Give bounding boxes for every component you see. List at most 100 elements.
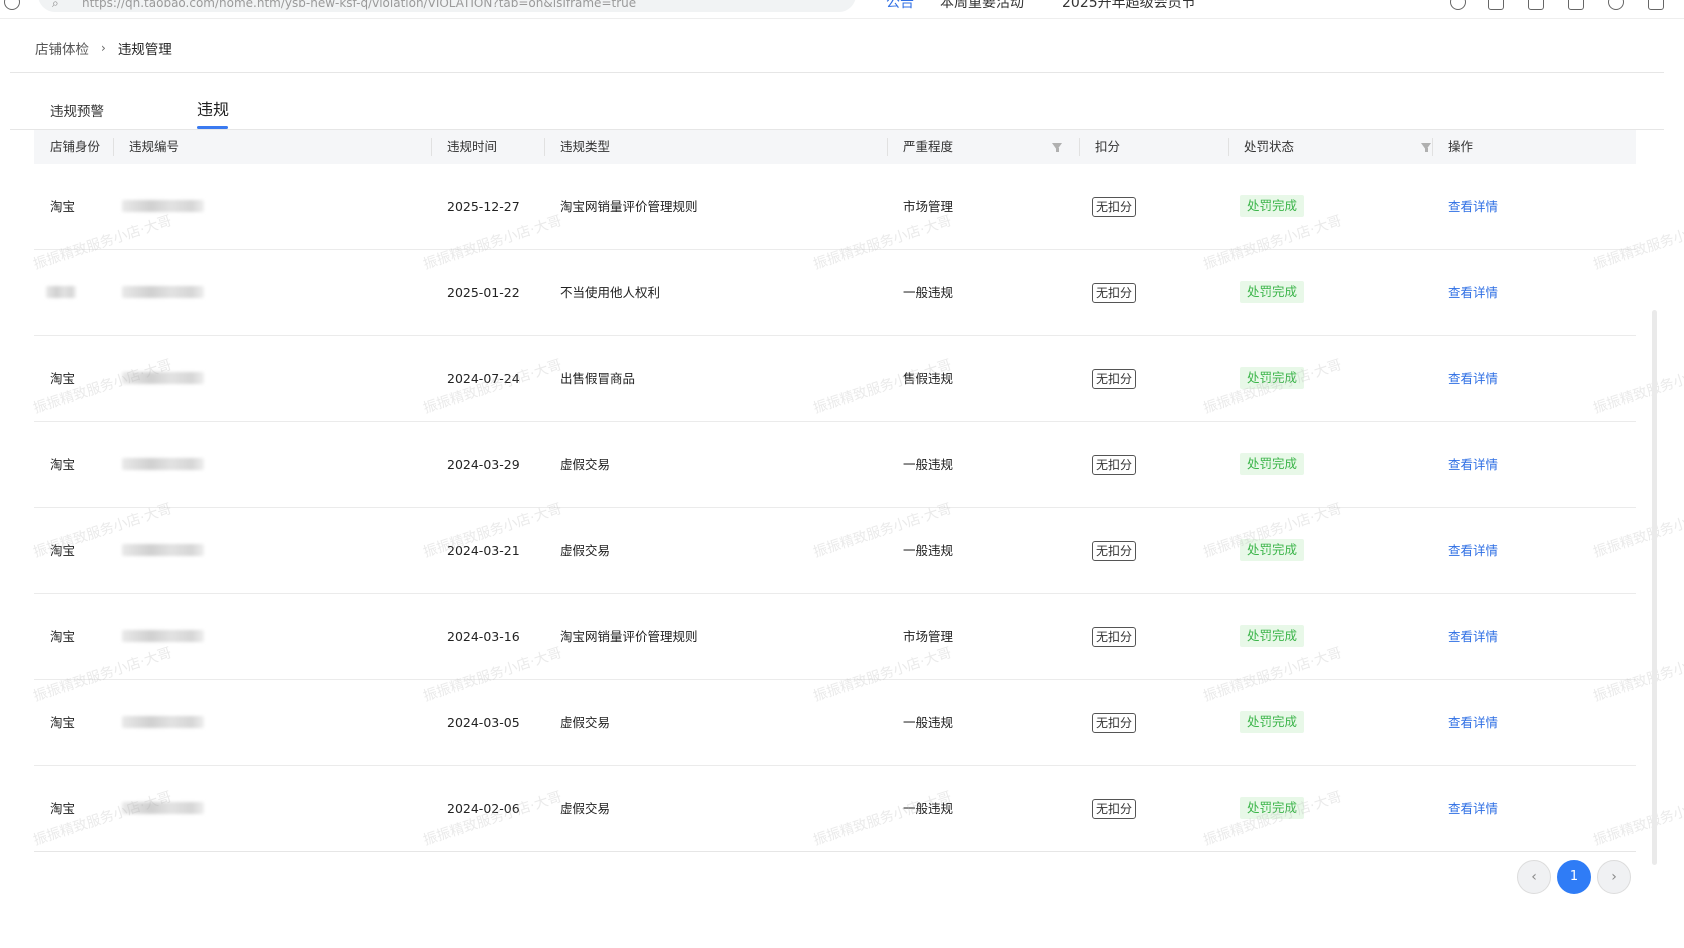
notice-label[interactable]: 公告 (886, 0, 914, 12)
status-badge: 处罚完成 (1240, 539, 1305, 561)
page-1-button[interactable]: 1 (1557, 860, 1591, 894)
breadcrumb-shop-checkup[interactable]: 店铺体检 (35, 38, 89, 58)
breadcrumb: 店铺体检 › 违规管理 (35, 38, 172, 58)
cell-date: 2024-03-29 (447, 457, 520, 472)
redacted-id (122, 372, 204, 384)
column-divider (1228, 138, 1229, 156)
redacted-id (122, 630, 204, 642)
cell-identity: 淘宝 (50, 543, 76, 558)
breadcrumb-current: 违规管理 (117, 42, 172, 58)
view-details-link[interactable]: 查看详情 (1448, 680, 1498, 765)
view-details-link[interactable]: 查看详情 (1448, 164, 1498, 249)
vertical-scrollbar[interactable] (1652, 310, 1657, 865)
redacted-id (122, 716, 204, 728)
tab-violation[interactable]: 违规 (197, 96, 229, 120)
view-details-link[interactable]: 查看详情 (1448, 336, 1498, 421)
cell-identity: 淘宝 (50, 629, 76, 644)
score-tag: 无扣分 (1092, 541, 1137, 561)
column-header-identity: 店铺身份 (50, 139, 101, 154)
cell-severity: 一般违规 (903, 715, 954, 730)
cell-severity: 市场管理 (903, 629, 954, 644)
cell-identity: 淘宝 (50, 715, 76, 730)
column-divider (113, 138, 114, 156)
window-icon[interactable] (1568, 0, 1584, 10)
message-icon[interactable] (1648, 0, 1664, 10)
cell-type: 出售假冒商品 (560, 371, 636, 386)
score-tag: 无扣分 (1092, 283, 1137, 303)
tab-bar: 违规预警 违规 (0, 90, 1664, 130)
table-header: 店铺身份 违规编号 违规时间 违规类型 严重程度 扣分 处罚状态 操作 (34, 130, 1636, 164)
severity-filter-icon[interactable] (1052, 143, 1062, 152)
column-divider (887, 138, 888, 156)
table-row: 淘宝 2025-12-27 淘宝网销量评价管理规则 市场管理 无扣分 处罚完成 … (34, 164, 1636, 250)
view-details-link[interactable]: 查看详情 (1448, 508, 1498, 593)
help-icon[interactable] (1450, 0, 1466, 10)
redacted-identity (46, 286, 76, 298)
cell-type: 不当使用他人权利 (560, 285, 661, 300)
refresh-icon[interactable] (4, 0, 20, 10)
violation-table: 店铺身份 违规编号 违规时间 违规类型 严重程度 扣分 处罚状态 操作 淘宝 2… (34, 130, 1636, 852)
cell-date: 2024-07-24 (447, 371, 520, 386)
redacted-id (122, 200, 204, 212)
cell-severity: 一般违规 (903, 457, 954, 472)
tab-violation-warning[interactable]: 违规预警 (50, 100, 104, 120)
column-header-severity: 严重程度 (903, 139, 954, 154)
cell-type: 虚假交易 (560, 457, 611, 472)
table-row: 淘宝 2024-03-05 虚假交易 一般违规 无扣分 处罚完成 查看详情 (34, 680, 1636, 766)
share-icon[interactable] (1488, 0, 1504, 10)
redacted-id (122, 286, 204, 298)
cell-type: 淘宝网销量评价管理规则 (560, 629, 698, 644)
cell-severity: 市场管理 (903, 199, 954, 214)
notice-link-2[interactable]: 2025开年超级会员节 (1062, 0, 1196, 12)
header-divider (10, 72, 1664, 73)
redacted-id (122, 544, 204, 556)
column-header-type: 违规类型 (560, 139, 611, 154)
cell-date: 2024-03-21 (447, 543, 520, 558)
bookmark-icon[interactable] (1528, 0, 1544, 10)
view-details-link[interactable]: 查看详情 (1448, 594, 1498, 679)
next-page-button[interactable]: › (1597, 860, 1631, 894)
prev-page-button[interactable]: ‹ (1517, 860, 1551, 894)
redacted-id (122, 802, 204, 814)
column-divider (1432, 138, 1433, 156)
pagination: ‹ 1 › (1517, 860, 1637, 894)
table-row: 淘宝 2024-03-16 淘宝网销量评价管理规则 市场管理 无扣分 处罚完成 … (34, 594, 1636, 680)
address-bar[interactable]: ⌕ https://qn.taobao.com/home.htm/ysb-new… (38, 0, 856, 12)
status-badge: 处罚完成 (1240, 625, 1305, 647)
status-badge: 处罚完成 (1240, 367, 1305, 389)
table-row: 淘宝 2024-02-06 虚假交易 一般违规 无扣分 处罚完成 查看详情 (34, 766, 1636, 852)
table-row: 淘宝 2024-03-29 虚假交易 一般违规 无扣分 处罚完成 查看详情 (34, 422, 1636, 508)
table-row: 2025-01-22 不当使用他人权利 一般违规 无扣分 处罚完成 查看详情 (34, 250, 1636, 336)
view-details-link[interactable]: 查看详情 (1448, 422, 1498, 507)
cell-type: 虚假交易 (560, 801, 611, 816)
score-tag: 无扣分 (1092, 627, 1137, 647)
score-tag: 无扣分 (1092, 197, 1137, 217)
table-row: 淘宝 2024-07-24 出售假冒商品 售假违规 无扣分 处罚完成 查看详情 (34, 336, 1636, 422)
score-tag: 无扣分 (1092, 455, 1137, 475)
score-tag: 无扣分 (1092, 369, 1137, 389)
redacted-id (122, 458, 204, 470)
cell-severity: 一般违规 (903, 285, 954, 300)
score-tag: 无扣分 (1092, 713, 1137, 733)
column-header-time: 违规时间 (447, 139, 498, 154)
status-filter-icon[interactable] (1421, 143, 1431, 152)
column-divider (544, 138, 545, 156)
cell-identity: 淘宝 (50, 371, 76, 386)
column-header-id: 违规编号 (129, 139, 180, 154)
notice-link-1[interactable]: 本周重要活动 (940, 0, 1024, 12)
info-icon[interactable] (1608, 0, 1624, 10)
cell-identity: 淘宝 (50, 801, 76, 816)
search-icon: ⌕ (52, 0, 59, 10)
view-details-link[interactable]: 查看详情 (1448, 250, 1498, 335)
column-header-action: 操作 (1448, 139, 1474, 154)
cell-date: 2025-12-27 (447, 199, 520, 214)
cell-severity: 一般违规 (903, 801, 954, 816)
cell-type: 虚假交易 (560, 715, 611, 730)
table-body: 淘宝 2025-12-27 淘宝网销量评价管理规则 市场管理 无扣分 处罚完成 … (34, 164, 1636, 852)
address-url: https://qn.taobao.com/home.htm/ysb-new-k… (82, 0, 637, 10)
status-badge: 处罚完成 (1240, 281, 1305, 303)
view-details-link[interactable]: 查看详情 (1448, 766, 1498, 851)
column-header-status: 处罚状态 (1244, 139, 1295, 154)
cell-date: 2024-02-06 (447, 801, 520, 816)
chevron-right-icon: › (101, 41, 106, 55)
